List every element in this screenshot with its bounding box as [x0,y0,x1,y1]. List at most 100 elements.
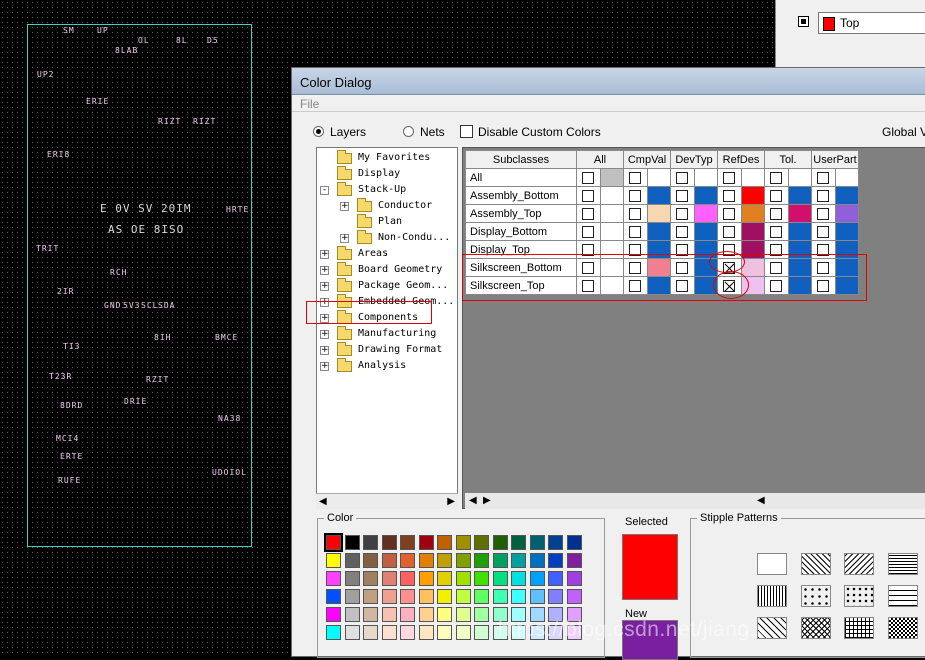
palette-swatch[interactable] [363,607,378,622]
color-cell[interactable] [788,222,812,241]
palette-swatch[interactable] [529,535,545,550]
expand-icon[interactable]: + [320,330,329,339]
column-header-tol[interactable]: Tol. [764,150,812,169]
palette-swatch[interactable] [418,625,434,640]
palette-swatch[interactable] [474,607,489,622]
palette-swatch[interactable] [511,589,526,604]
palette-swatch[interactable] [400,553,415,568]
grid-horizontal-scrollbar[interactable]: ◀ ▶ ◀ [465,493,925,509]
stipple-pattern-diag[interactable] [801,553,831,575]
palette-swatch[interactable] [400,589,415,604]
palette-swatch[interactable] [492,571,508,586]
visibility-checkbox[interactable] [629,172,641,184]
palette-swatch[interactable] [455,607,471,622]
palette-swatch[interactable] [437,607,452,622]
column-header-all[interactable]: All [576,150,624,169]
color-cell[interactable] [694,222,718,241]
visibility-checkbox[interactable] [723,190,735,202]
color-cell[interactable] [788,186,812,205]
color-cell[interactable] [600,222,624,241]
stipple-pattern-diag-reverse[interactable] [844,553,874,575]
palette-swatch[interactable] [344,625,360,640]
color-cell[interactable] [741,222,765,241]
collapse-icon[interactable]: - [320,186,329,195]
nets-radio[interactable] [403,126,414,137]
palette-swatch[interactable] [326,625,341,640]
color-cell[interactable] [647,204,671,223]
color-cell[interactable] [694,168,718,187]
visibility-checkbox[interactable] [676,190,688,202]
palette-swatch[interactable] [344,607,360,622]
visibility-checkbox[interactable] [582,190,594,202]
palette-swatch[interactable] [437,589,452,604]
palette-swatch[interactable] [548,571,563,586]
visibility-checkbox[interactable] [582,208,594,220]
visibility-checkbox[interactable] [770,226,782,238]
palette-swatch[interactable] [400,625,415,640]
visibility-checkbox[interactable] [817,226,829,238]
palette-swatch[interactable] [511,553,526,568]
color-cell[interactable] [600,168,624,187]
column-header-devtyp[interactable]: DevTyp [670,150,718,169]
palette-swatch[interactable] [455,589,471,604]
palette-swatch[interactable] [492,535,508,550]
visibility-checkbox[interactable] [817,208,829,220]
expand-icon[interactable]: + [320,362,329,371]
palette-swatch[interactable] [437,535,452,550]
palette-swatch[interactable] [474,571,489,586]
palette-swatch[interactable] [418,607,434,622]
column-header-cmpval[interactable]: CmpVal [623,150,671,169]
palette-swatch[interactable] [381,607,397,622]
color-cell[interactable] [600,186,624,205]
visibility-checkbox[interactable] [629,208,641,220]
visibility-checkbox[interactable] [770,190,782,202]
palette-swatch[interactable] [400,571,415,586]
stipple-pattern-solid[interactable] [757,553,787,575]
layer-tree[interactable]: My Favorites Display - Stack-Up + Conductor Pl… [316,147,458,509]
palette-swatch[interactable] [529,571,545,586]
visibility-checkbox[interactable] [676,208,688,220]
palette-swatch[interactable] [492,553,508,568]
palette-swatch[interactable] [363,589,378,604]
palette-swatch[interactable] [548,535,563,550]
column-header-userpart[interactable]: UserPart [811,150,859,169]
palette-swatch[interactable] [418,553,434,568]
palette-swatch[interactable] [529,589,545,604]
palette-swatch[interactable] [418,571,434,586]
palette-swatch[interactable] [326,571,341,586]
palette-swatch[interactable] [548,589,563,604]
expand-icon[interactable]: + [340,234,349,243]
color-cell[interactable] [788,204,812,223]
expand-icon[interactable]: + [340,202,349,211]
tab-scroll-left-icon[interactable]: ◀ [469,495,477,506]
visibility-checkbox[interactable] [582,172,594,184]
palette-swatch[interactable] [474,625,489,640]
color-cell[interactable] [835,168,859,187]
color-cell[interactable] [647,222,671,241]
scroll-left-icon[interactable]: ◀ [757,495,765,506]
expand-icon[interactable]: + [320,250,329,259]
palette-swatch[interactable] [566,553,582,568]
color-cell[interactable] [835,204,859,223]
visibility-checkbox[interactable] [723,226,735,238]
color-cell[interactable] [741,168,765,187]
color-cell[interactable] [741,186,765,205]
tab-scroll-right-icon[interactable]: ▶ [483,495,491,506]
visibility-checkbox[interactable] [629,190,641,202]
expand-icon[interactable]: + [320,266,329,275]
tree-horizontal-scrollbar[interactable]: ◀ ▶ [316,493,458,509]
palette-swatch[interactable] [437,571,452,586]
stipple-pattern-grid[interactable] [844,617,874,639]
color-cell[interactable] [647,168,671,187]
palette-swatch[interactable] [511,571,526,586]
scroll-left-icon[interactable]: ◀ [319,496,327,507]
visibility-checkbox[interactable] [582,226,594,238]
palette-swatch[interactable] [400,607,415,622]
stipple-pattern-horizontal[interactable] [888,553,918,575]
stipple-pattern-plus[interactable] [844,585,874,607]
palette-swatch[interactable] [400,535,415,550]
stipple-pattern-dots[interactable] [801,585,831,607]
visibility-checkbox[interactable] [676,226,688,238]
palette-swatch[interactable] [566,589,582,604]
layers-radio[interactable] [313,126,324,137]
